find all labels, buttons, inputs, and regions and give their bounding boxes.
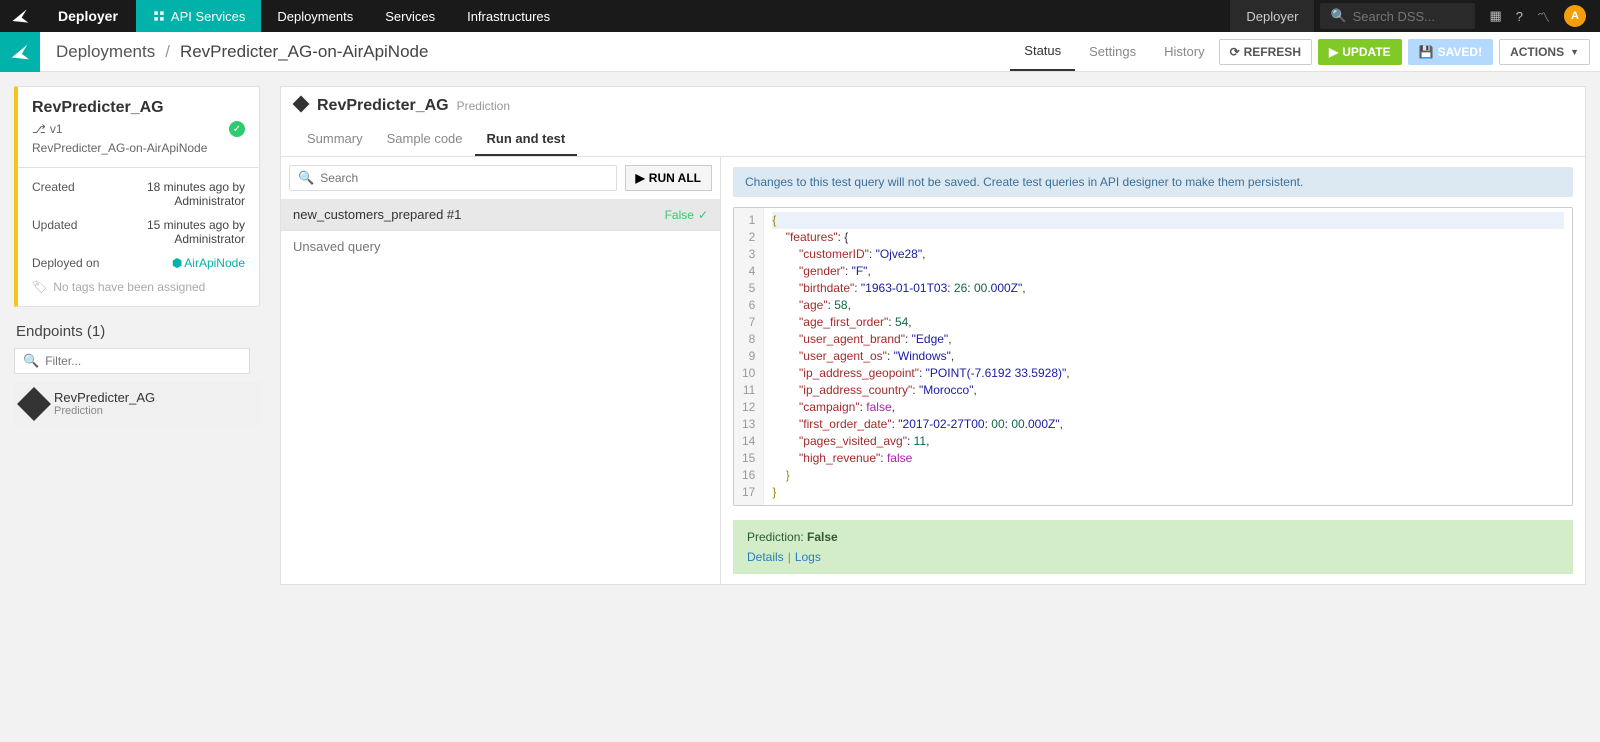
tag-icon: 🏷 xyxy=(32,280,47,294)
run-all-button[interactable]: ▶RUN ALL xyxy=(625,165,712,191)
diamond-icon xyxy=(293,96,310,113)
updated-label: Updated xyxy=(32,218,77,246)
sidebar: RevPredicter_AG ⎇ v1 ✓ RevPredicter_AG-on… xyxy=(0,72,260,599)
service-title: RevPredicter_AG xyxy=(32,99,245,117)
tab-summary[interactable]: Summary xyxy=(295,123,375,156)
app-brand[interactable]: Deployer xyxy=(40,8,136,24)
code-body[interactable]: { "features": { "customerID": "Ojve28", … xyxy=(764,208,1572,505)
main-kind: Prediction xyxy=(457,99,510,113)
tab-status[interactable]: Status xyxy=(1010,32,1075,71)
nav-api-services[interactable]: API Services xyxy=(136,0,261,32)
tags-none: No tags have been assigned xyxy=(53,280,205,294)
service-version: v1 xyxy=(50,122,63,136)
play-icon: ▶ xyxy=(636,171,645,185)
subheader: Deployments / RevPredicter_AG-on-AirApiN… xyxy=(0,32,1600,72)
global-search[interactable]: 🔍 xyxy=(1320,3,1475,29)
status-ok-icon: ✓ xyxy=(229,121,245,137)
user-avatar[interactable]: A xyxy=(1564,5,1586,27)
endpoint-name: RevPredicter_AG xyxy=(54,390,155,405)
topbar: Deployer API Services Deployments Servic… xyxy=(0,0,1600,32)
tab-history[interactable]: History xyxy=(1150,32,1218,71)
query-search[interactable]: 🔍 xyxy=(289,165,617,191)
main-header: RevPredicter_AG Prediction Summary Sampl… xyxy=(281,87,1585,156)
refresh-icon: ⟳ xyxy=(1230,45,1240,59)
gutter: 1234567891011121314151617 xyxy=(734,208,764,505)
endpoints-filter[interactable]: 🔍 xyxy=(14,348,250,374)
breadcrumb-current: RevPredicter_AG-on-AirApiNode xyxy=(180,42,429,62)
app-logo[interactable] xyxy=(0,0,40,32)
subheader-tabs: Status Settings History xyxy=(1010,32,1218,71)
update-button[interactable]: ▶UPDATE xyxy=(1318,39,1402,65)
service-subtitle: RevPredicter_AG-on-AirApiNode xyxy=(32,141,245,155)
endpoint-icon xyxy=(17,387,51,421)
saved-button[interactable]: 💾SAVED! xyxy=(1408,39,1493,65)
query-row-1[interactable]: new_customers_prepared #1 False✓ xyxy=(281,199,720,231)
json-editor[interactable]: 1234567891011121314151617 { "features": … xyxy=(733,207,1573,506)
updated-value: 15 minutes ago by Administrator xyxy=(77,218,245,246)
node-icon: ⬢ xyxy=(172,256,182,270)
endpoint-kind: Prediction xyxy=(54,405,155,417)
prediction-label: Prediction: xyxy=(747,530,804,544)
endpoints-title: Endpoints (1) xyxy=(16,323,260,340)
content: 🔍 ▶RUN ALL new_customers_prepared #1 Fal… xyxy=(281,156,1585,584)
query-name: new_customers_prepared #1 xyxy=(293,207,461,222)
context-logo[interactable] xyxy=(0,32,40,72)
queries-toolbar: 🔍 ▶RUN ALL xyxy=(281,157,720,199)
test-panel: Changes to this test query will not be s… xyxy=(721,157,1585,584)
breadcrumb: Deployments / RevPredicter_AG-on-AirApiN… xyxy=(40,42,428,62)
prediction-result: Prediction: False Details|Logs xyxy=(733,520,1573,574)
details-link[interactable]: Details xyxy=(747,550,784,564)
query-search-input[interactable] xyxy=(320,171,607,185)
logs-link[interactable]: Logs xyxy=(795,550,821,564)
queries-panel: 🔍 ▶RUN ALL new_customers_prepared #1 Fal… xyxy=(281,157,721,584)
chevron-down-icon: ▼ xyxy=(1570,47,1579,57)
check-icon: ✓ xyxy=(698,208,708,222)
unsaved-query[interactable]: Unsaved query xyxy=(281,231,720,262)
search-icon: 🔍 xyxy=(1330,8,1346,24)
layout: RevPredicter_AG ⎇ v1 ✓ RevPredicter_AG-on… xyxy=(0,72,1600,599)
apps-icon[interactable]: ▦ xyxy=(1489,8,1501,24)
tab-sample-code[interactable]: Sample code xyxy=(375,123,475,156)
created-label: Created xyxy=(32,180,75,208)
tab-run-and-test[interactable]: Run and test xyxy=(475,123,578,156)
topbar-tools: ▦ ? 〽 A xyxy=(1475,5,1600,27)
actions-button[interactable]: ACTIONS▼ xyxy=(1499,39,1590,65)
topbar-context[interactable]: Deployer xyxy=(1230,0,1314,32)
activity-icon[interactable]: 〽 xyxy=(1537,7,1550,26)
service-card: RevPredicter_AG ⎇ v1 ✓ RevPredicter_AG-on… xyxy=(14,86,260,307)
global-search-input[interactable] xyxy=(1353,9,1466,24)
main-panel: RevPredicter_AG Prediction Summary Sampl… xyxy=(280,86,1586,585)
save-icon: 💾 xyxy=(1419,45,1434,59)
main-title: RevPredicter_AG xyxy=(317,97,449,115)
tab-settings[interactable]: Settings xyxy=(1075,32,1150,71)
play-icon: ▶ xyxy=(1329,45,1338,59)
help-icon[interactable]: ? xyxy=(1516,9,1523,24)
endpoint-item[interactable]: RevPredicter_AG Prediction xyxy=(14,382,260,425)
deployed-label: Deployed on xyxy=(32,256,99,270)
prediction-value: False xyxy=(807,530,838,544)
branch-icon: ⎇ xyxy=(32,122,46,136)
info-banner: Changes to this test query will not be s… xyxy=(733,167,1573,197)
search-icon: 🔍 xyxy=(298,170,314,186)
nav-deployments[interactable]: Deployments xyxy=(261,0,369,32)
search-icon: 🔍 xyxy=(23,353,39,369)
deployed-value: ⬢AirApiNode xyxy=(172,256,245,270)
nav-services[interactable]: Services xyxy=(369,0,451,32)
refresh-button[interactable]: ⟳REFRESH xyxy=(1219,39,1312,65)
endpoints-filter-input[interactable] xyxy=(45,354,241,368)
breadcrumb-separator: / xyxy=(165,42,170,62)
nav-infrastructures[interactable]: Infrastructures xyxy=(451,0,566,32)
query-result: False✓ xyxy=(665,208,708,222)
created-value: 18 minutes ago by Administrator xyxy=(75,180,245,208)
breadcrumb-deployments[interactable]: Deployments xyxy=(56,42,155,62)
subheader-actions: ⟳REFRESH ▶UPDATE 💾SAVED! ACTIONS▼ xyxy=(1219,39,1600,65)
topbar-nav: API Services Deployments Services Infras… xyxy=(136,0,566,32)
main-tabs: Summary Sample code Run and test xyxy=(295,123,1571,156)
